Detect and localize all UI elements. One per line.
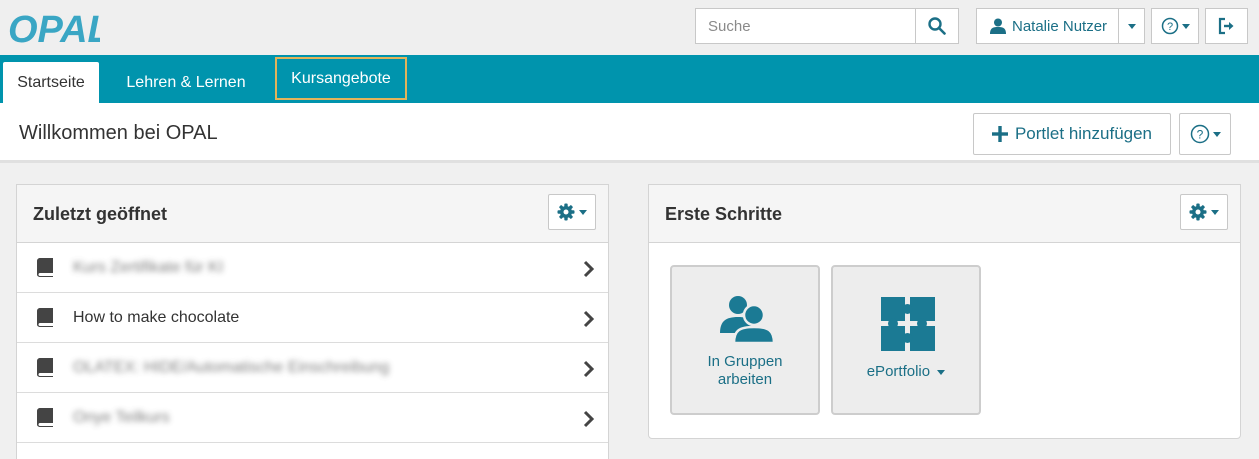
recent-portlet: Zuletzt geöffnet Kurs Zertifikate für KI bbox=[16, 184, 609, 459]
search-button[interactable] bbox=[915, 9, 958, 43]
portlet-title: Erste Schritte bbox=[665, 204, 783, 224]
user-dropdown-toggle[interactable] bbox=[1118, 8, 1145, 44]
top-header: OPAL Natalie Nutzer ? bbox=[0, 0, 1259, 55]
list-item-label: Kurs Zertifikate für KI bbox=[73, 258, 224, 276]
page-title: Willkommen bei OPAL bbox=[19, 122, 218, 144]
book-icon bbox=[37, 358, 53, 377]
tab-startseite[interactable]: Startseite bbox=[3, 62, 99, 103]
portlet-settings-button[interactable] bbox=[1180, 194, 1228, 230]
user-name: Natalie Nutzer bbox=[1012, 17, 1108, 35]
search-icon bbox=[928, 17, 946, 35]
svg-text:?: ? bbox=[1166, 21, 1172, 33]
user-icon bbox=[990, 18, 1006, 34]
chevron-down-icon bbox=[1212, 131, 1221, 137]
tile-groups[interactable]: In Gruppen arbeiten bbox=[670, 265, 820, 415]
book-icon bbox=[37, 408, 53, 427]
book-icon bbox=[37, 258, 53, 277]
tile-groups-label-line1: In Gruppen bbox=[707, 353, 783, 370]
help-icon: ? bbox=[1161, 17, 1178, 35]
add-portlet-label: Portlet hinzufügen bbox=[1014, 124, 1153, 143]
eportfolio-label: ePortfolio bbox=[866, 363, 931, 380]
user-menu-button[interactable]: Natalie Nutzer bbox=[976, 8, 1118, 44]
gear-icon bbox=[1189, 203, 1207, 221]
chevron-down-icon bbox=[937, 369, 946, 375]
main-navigation: Startseite Lehren & Lernen Kursangebote bbox=[0, 55, 1259, 103]
chevron-right-icon bbox=[583, 260, 595, 278]
search-input[interactable] bbox=[696, 9, 915, 43]
add-portlet-button[interactable]: Portlet hinzufügen bbox=[973, 113, 1171, 155]
list-item[interactable]: OLATEX: HIDE/Automatische Einschreibung bbox=[17, 343, 608, 393]
chevron-down-icon bbox=[1211, 209, 1219, 215]
chevron-right-icon bbox=[583, 360, 595, 378]
search-box bbox=[695, 8, 959, 44]
logout-icon bbox=[1218, 17, 1233, 35]
chevron-down-icon bbox=[1181, 23, 1190, 29]
chevron-right-icon bbox=[583, 310, 595, 328]
puzzle-icon bbox=[881, 297, 935, 351]
logo-text: OPAL bbox=[8, 9, 100, 50]
tile-groups-label-line2: arbeiten bbox=[717, 371, 773, 388]
users-icon bbox=[720, 296, 774, 343]
list-item[interactable]: Kurs Zertifikate für KI bbox=[17, 243, 608, 293]
list-item-label: OLATEX: HIDE/Automatische Einschreibung bbox=[73, 358, 390, 376]
list-item[interactable]: Onye Teilkurs bbox=[17, 393, 608, 443]
help-icon: ? bbox=[1190, 124, 1209, 144]
help-menu-button[interactable]: ? bbox=[1151, 8, 1199, 44]
first-steps-portlet: Erste Schritte In Gruppen arbeiten ePort… bbox=[648, 184, 1241, 439]
svg-text:?: ? bbox=[1196, 128, 1203, 142]
plus-icon bbox=[991, 126, 1008, 142]
list-item-label: How to make chocolate bbox=[73, 308, 240, 326]
logout-button[interactable] bbox=[1205, 8, 1248, 44]
gear-icon bbox=[557, 203, 575, 221]
portlet-title: Zuletzt geöffnet bbox=[33, 204, 167, 224]
page-header: Willkommen bei OPAL Portlet hinzufügen ? bbox=[0, 103, 1259, 163]
chevron-down-icon bbox=[579, 209, 587, 215]
opal-logo[interactable]: OPAL bbox=[8, 6, 100, 50]
chevron-right-icon bbox=[583, 410, 595, 428]
tab-lehren-lernen[interactable]: Lehren & Lernen bbox=[110, 62, 262, 103]
list-item[interactable]: How to make chocolate bbox=[17, 293, 608, 343]
list-item-label: Onye Teilkurs bbox=[73, 408, 170, 426]
tile-eportfolio-label: ePortfolio bbox=[833, 363, 979, 381]
portlet-header: Erste Schritte bbox=[649, 185, 1240, 243]
portlet-header: Zuletzt geöffnet bbox=[17, 185, 608, 243]
book-icon bbox=[37, 308, 53, 327]
tab-kursangebote[interactable]: Kursangebote bbox=[275, 57, 407, 100]
page-help-button[interactable]: ? bbox=[1179, 113, 1231, 155]
tile-eportfolio[interactable]: ePortfolio bbox=[831, 265, 981, 415]
portlet-settings-button[interactable] bbox=[548, 194, 596, 230]
chevron-down-icon bbox=[1127, 23, 1136, 29]
